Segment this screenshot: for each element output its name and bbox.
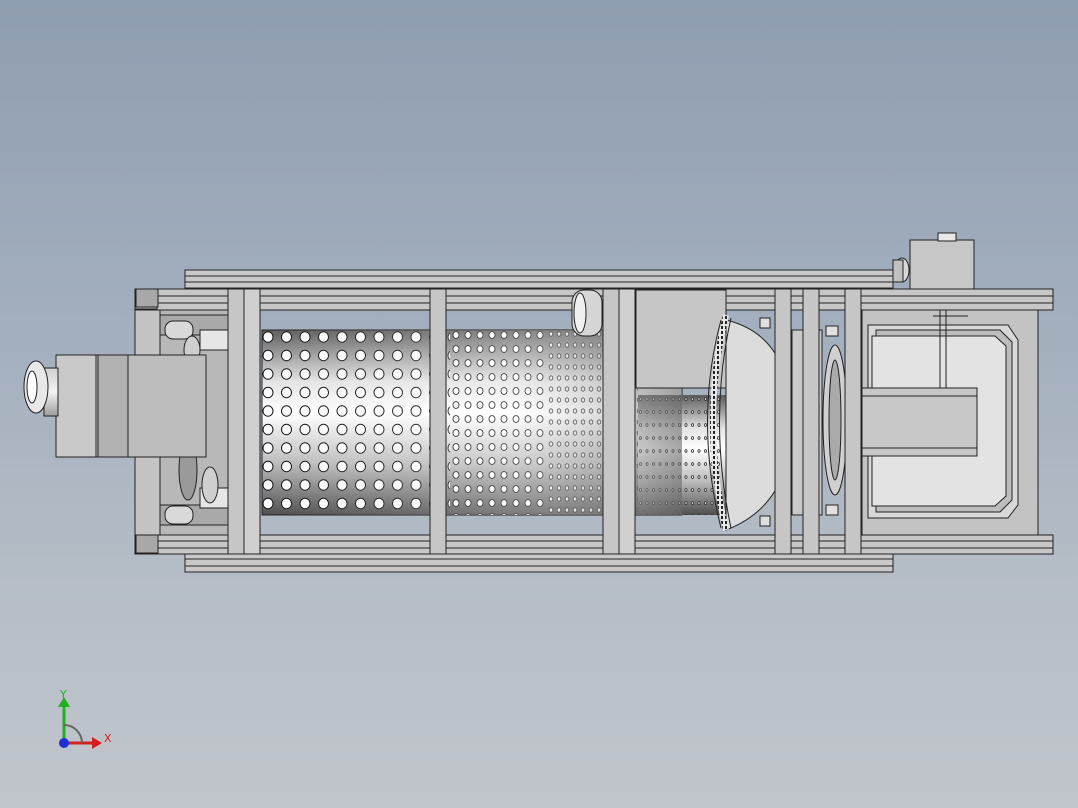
discharge-hopper[interactable] (861, 309, 1039, 536)
cad-viewport[interactable]: Y X (0, 0, 1078, 808)
x-axis-label: X (104, 732, 112, 745)
z-axis-point (59, 738, 69, 748)
x-axis-arrow (92, 737, 102, 749)
coordinate-triad: Y X (50, 685, 120, 755)
drive-motor[interactable] (23, 354, 207, 458)
bottom-rail[interactable] (184, 552, 894, 573)
gearbox[interactable] (892, 232, 975, 290)
y-axis-label: Y (60, 688, 67, 701)
top-rail[interactable] (184, 269, 894, 289)
perforated-drum[interactable] (261, 289, 728, 516)
machine-model[interactable] (0, 0, 1078, 808)
